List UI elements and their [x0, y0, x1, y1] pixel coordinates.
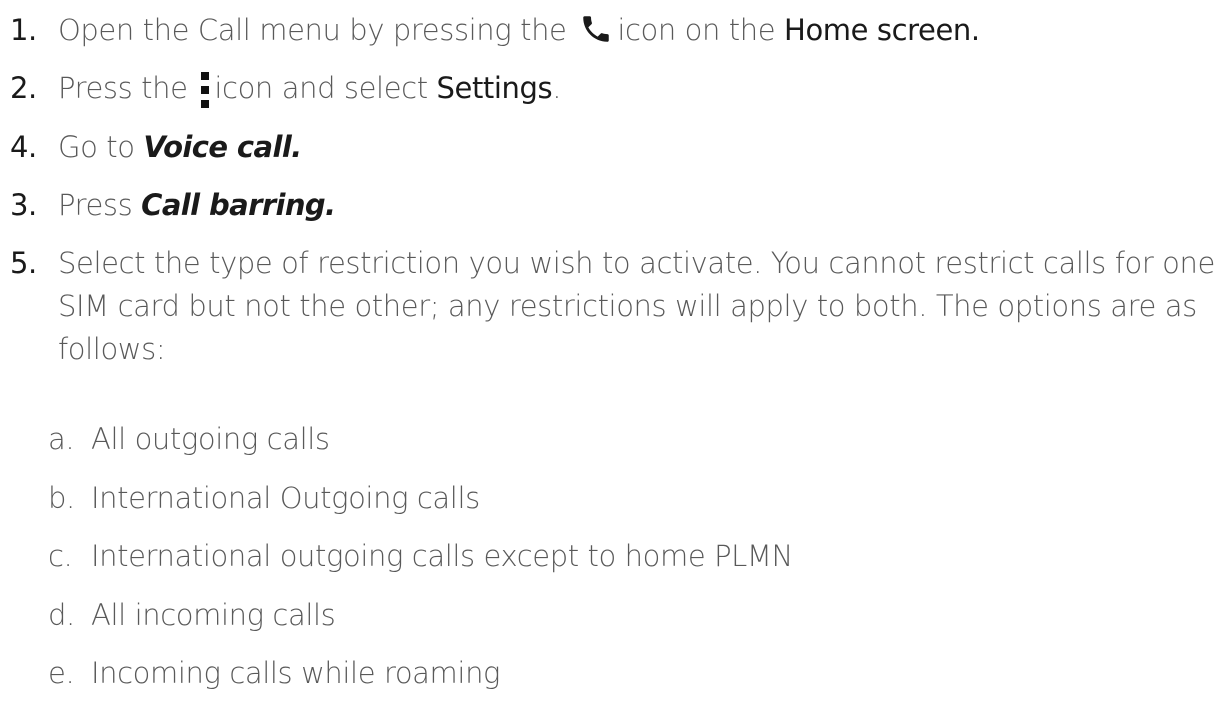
step-call-barring: 3. Press Call barring.	[10, 184, 1225, 227]
step-number: 2.	[10, 71, 37, 105]
home-screen-label: Home screen.	[784, 13, 980, 47]
step-number: 1.	[10, 13, 37, 47]
option-label: Incoming calls while roaming	[91, 656, 501, 690]
step-text: Select the type of restriction you wish …	[58, 246, 1215, 366]
option-item: b. International Outgoing calls	[48, 477, 480, 520]
option-item: c. International outgoing calls except to…	[48, 535, 793, 578]
option-letter: d.	[48, 598, 75, 632]
option-label: All incoming calls	[91, 598, 336, 632]
call-barring-label: Call barring.	[141, 188, 336, 222]
option-item: d. All incoming calls	[48, 594, 336, 637]
phone-icon	[578, 12, 614, 46]
option-item: e. Incoming calls while roaming	[48, 652, 500, 695]
option-item: a. All outgoing calls	[48, 418, 330, 461]
step-text: Open the Call menu by pressing the	[58, 13, 567, 47]
more-options-icon	[198, 68, 212, 112]
step-open-settings: 2. Press the icon and select Settings.	[10, 67, 1225, 112]
option-label: International Outgoing calls	[91, 481, 480, 515]
option-label: International outgoing calls except to h…	[91, 539, 793, 573]
instructions-page: 1. Open the Call menu by pressing the ico…	[0, 0, 1230, 727]
step-text: icon on the	[617, 13, 776, 47]
option-letter: b.	[48, 481, 75, 515]
step-voice-call: 4. Go to Voice call.	[10, 126, 1225, 169]
step-text: Press	[58, 188, 133, 222]
step-text: icon and select	[214, 71, 428, 105]
step-text: Go to	[58, 130, 135, 164]
step-number: 5.	[10, 246, 37, 280]
step-text: Press the	[58, 71, 188, 105]
step-number: 4.	[10, 130, 37, 164]
step-number: 3.	[10, 188, 37, 222]
option-letter: a.	[48, 422, 75, 456]
option-label: All outgoing calls	[91, 422, 330, 456]
step-open-call-menu: 1. Open the Call menu by pressing the ico…	[10, 9, 1225, 52]
settings-label: Settings	[436, 71, 553, 105]
step-select-restriction: 5. Select the type of restriction you wis…	[10, 242, 1225, 371]
option-letter: c.	[48, 539, 73, 573]
step-end: .	[552, 71, 562, 105]
voice-call-label: Voice call.	[143, 130, 302, 164]
option-letter: e.	[48, 656, 75, 690]
